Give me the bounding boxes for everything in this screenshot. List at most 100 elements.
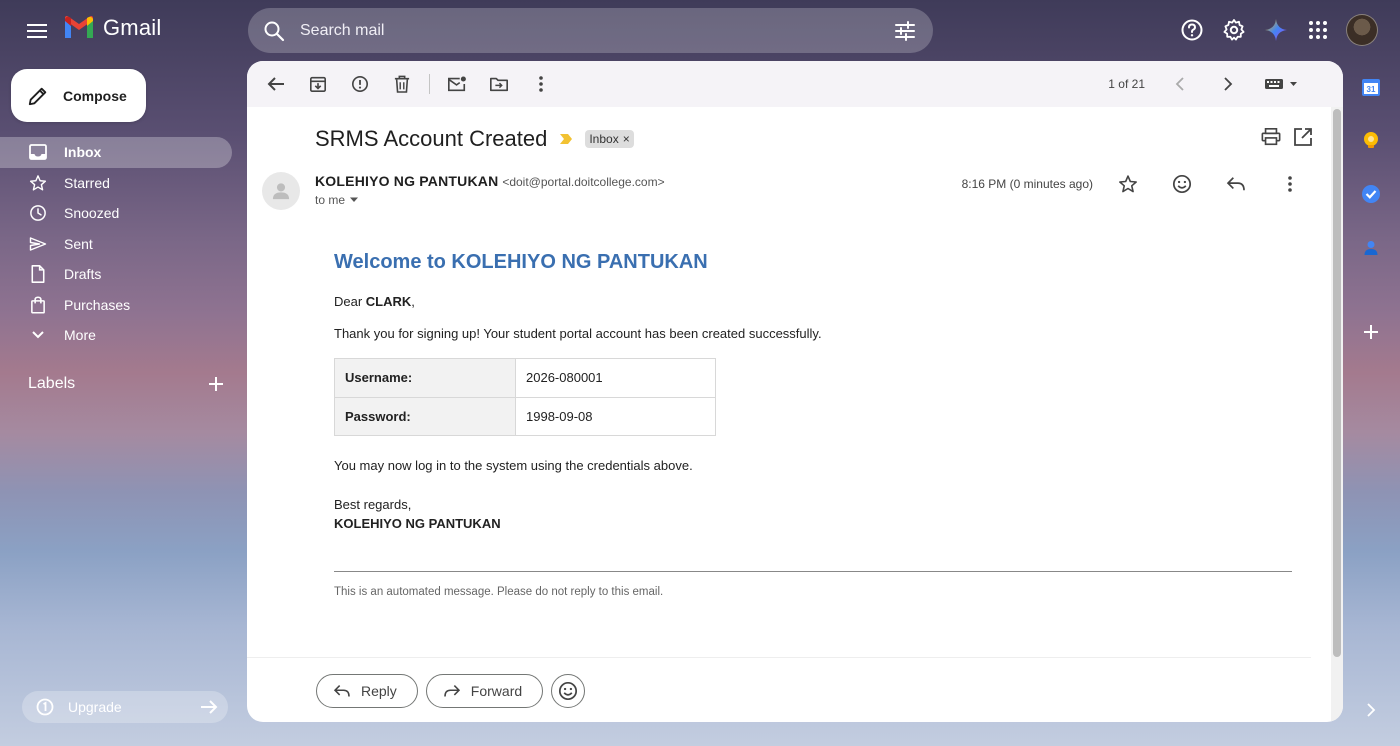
report-icon — [351, 75, 369, 93]
important-marker-icon[interactable] — [559, 133, 573, 145]
intro-text: Thank you for signing up! Your student p… — [334, 326, 822, 341]
show-side-panel-button[interactable] — [1357, 696, 1385, 724]
smiley-icon — [1172, 174, 1192, 194]
search-icon[interactable] — [262, 19, 286, 43]
star-button[interactable] — [1111, 167, 1145, 201]
keep-app-button[interactable] — [1357, 126, 1385, 154]
search-bar[interactable] — [248, 8, 933, 53]
forward-button[interactable]: Forward — [425, 674, 544, 708]
reply-label: Reply — [361, 683, 397, 699]
footer-divider — [334, 571, 1292, 572]
keyboard-icon — [1264, 77, 1300, 91]
forward-icon — [443, 684, 461, 698]
more-actions-button[interactable] — [524, 67, 558, 101]
recipients-toggle[interactable]: to me — [315, 193, 359, 207]
reply-icon-button[interactable] — [1219, 167, 1253, 201]
archive-button[interactable] — [301, 67, 335, 101]
chevron-left-icon — [1175, 77, 1185, 91]
emoji-reaction-button[interactable] — [1165, 167, 1199, 201]
password-value: 1998-09-08 — [515, 396, 716, 436]
account-avatar[interactable] — [1346, 14, 1378, 46]
sidebar-item-purchases[interactable]: Purchases — [0, 290, 232, 321]
tasks-app-button[interactable] — [1357, 180, 1385, 208]
reply-icon — [1226, 176, 1246, 192]
app-name: Gmail — [103, 15, 162, 40]
older-button[interactable] — [1211, 67, 1245, 101]
mark-unread-button[interactable] — [440, 67, 474, 101]
inbox-icon — [28, 142, 48, 162]
remove-label-icon[interactable]: × — [623, 132, 630, 146]
star-outline-icon — [1118, 174, 1138, 194]
recipient-name: CLARK — [365, 294, 412, 309]
settings-button[interactable] — [1220, 16, 1248, 44]
help-icon — [1180, 18, 1204, 42]
contacts-icon — [1361, 238, 1381, 258]
sidebar-item-sent[interactable]: Sent — [0, 229, 232, 260]
sender-name[interactable]: KOLEHIYO NG PANTUKAN — [315, 173, 498, 189]
open-in-new-window-icon[interactable] — [1293, 127, 1313, 147]
move-folder-icon — [489, 75, 509, 93]
plus-icon — [1363, 324, 1379, 340]
archive-icon — [309, 75, 327, 93]
greeting-suffix: , — [411, 294, 415, 309]
side-panel: 31 — [1343, 61, 1400, 721]
sidebar-item-label: Starred — [64, 174, 110, 191]
report-spam-button[interactable] — [343, 67, 377, 101]
delete-button[interactable] — [385, 67, 419, 101]
calendar-icon: 31 — [1361, 77, 1381, 97]
trash-icon — [394, 75, 410, 93]
chevron-right-icon — [1223, 77, 1233, 91]
message-more-button[interactable] — [1273, 167, 1307, 201]
person-icon — [272, 182, 290, 200]
scrollbar-thumb[interactable] — [1333, 109, 1341, 657]
gmail-logo[interactable]: Gmail — [63, 15, 161, 41]
credentials-table: Username: 2026-080001 Password: 1998-09-… — [334, 358, 716, 436]
inbox-label-chip: Inbox × — [585, 130, 634, 148]
username-key: Username: — [334, 358, 516, 398]
sidebar-item-starred[interactable]: Starred — [0, 168, 232, 199]
send-icon — [28, 234, 48, 254]
header-actions — [1178, 14, 1378, 46]
search-input[interactable] — [300, 21, 893, 40]
print-icon[interactable] — [1261, 127, 1281, 147]
calendar-app-button[interactable]: 31 — [1357, 73, 1385, 101]
compose-button[interactable]: Compose — [11, 69, 146, 122]
back-button[interactable] — [259, 67, 293, 101]
sidebar-item-more[interactable]: More — [0, 320, 232, 351]
compose-label: Compose — [63, 87, 127, 104]
main-menu-button[interactable] — [22, 16, 52, 46]
forward-label: Forward — [470, 683, 523, 699]
table-row: Username: 2026-080001 — [334, 358, 716, 398]
support-button[interactable] — [1178, 16, 1206, 44]
apps-button[interactable] — [1304, 16, 1332, 44]
apps-grid-icon — [1308, 20, 1328, 40]
add-label-icon[interactable] — [208, 376, 224, 392]
sidebar-item-inbox[interactable]: Inbox — [0, 137, 232, 168]
sign-off: Best regards, KOLEHIYO NG PANTUKAN — [334, 495, 1294, 533]
emoji-reply-button[interactable] — [551, 674, 586, 708]
toolbar-divider — [429, 74, 430, 94]
sidebar-item-snoozed[interactable]: Snoozed — [0, 198, 232, 229]
search-options-icon[interactable] — [893, 19, 917, 43]
sidebar-item-drafts[interactable]: Drafts — [0, 259, 232, 290]
pager-count: 1 of 21 — [1108, 77, 1145, 91]
gmail-m-icon — [63, 16, 95, 40]
newer-button[interactable] — [1163, 67, 1197, 101]
sender-avatar[interactable] — [262, 172, 300, 210]
reply-area-divider — [247, 657, 1311, 658]
mark-unread-icon — [447, 75, 467, 93]
smiley-icon — [558, 681, 578, 701]
input-tools-button[interactable] — [1259, 67, 1305, 101]
move-to-button[interactable] — [482, 67, 516, 101]
email-subject-row: SRMS Account Created Inbox × — [315, 126, 634, 152]
get-addons-button[interactable] — [1357, 318, 1385, 346]
gear-icon — [1222, 18, 1246, 42]
recipients-text: to me — [315, 193, 346, 207]
password-key: Password: — [334, 396, 516, 436]
gemini-button[interactable] — [1262, 16, 1290, 44]
upgrade-button[interactable]: Upgrade — [22, 691, 228, 723]
reply-button[interactable]: Reply — [316, 674, 418, 708]
contacts-app-button[interactable] — [1357, 234, 1385, 262]
sidebar-item-label: Inbox — [64, 144, 102, 161]
keep-icon — [1361, 130, 1381, 150]
